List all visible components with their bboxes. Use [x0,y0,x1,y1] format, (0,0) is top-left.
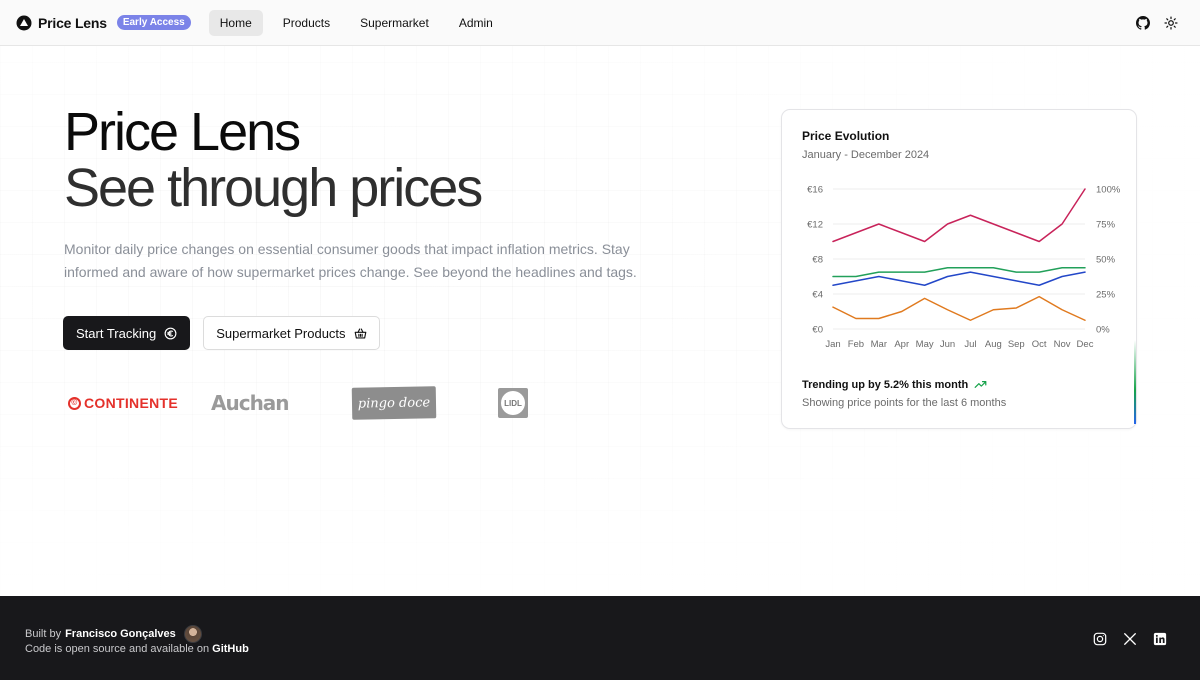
lidl-logo-inner: LIDL [501,391,525,415]
logo-icon [16,15,32,30]
github-link[interactable]: GitHub [212,643,249,655]
open-source-text: Code is open source and available on [25,643,210,655]
hero-title-line2: See through prices [64,158,483,218]
x-tick-label: Aug [985,339,1002,350]
x-tick-label: Nov [1054,339,1071,350]
author-link[interactable]: Francisco Gonçalves [65,628,176,640]
x-tick-label: Oct [1032,339,1047,350]
site-footer: Built by Francisco Gonçalves Code is ope… [0,596,1200,680]
cta-row: Start Tracking Supermarket Products [63,316,380,350]
series-line [832,188,1086,243]
lidl-logo-box: LIDL [498,388,528,418]
price-evolution-card: Price Evolution January - December 2024 … [781,109,1137,429]
nav-products[interactable]: Products [272,10,341,36]
brand-name: Price Lens [38,14,107,31]
footer-built-by: Built by Francisco Gonçalves [25,625,202,643]
series-line [832,267,1086,278]
series-line [832,295,1086,321]
nav-home[interactable]: Home [208,9,263,36]
pingo-doce-logo[interactable]: pingo doce [351,386,437,420]
sun-icon[interactable] [1164,15,1178,30]
lidl-logo[interactable]: LIDL [498,386,528,420]
trend-line: Trending up by 5.2% this month [802,378,987,391]
price-evolution-chart: €16 100% €12 75% €8 50% €4 25% €0 0% Jan Feb Mar Apr M… [807,185,1121,351]
y-tick-label-right: 75% [1096,220,1116,231]
trend-footnote: Showing price points for the last 6 mont… [802,397,1007,409]
trend-text: Trending up by 5.2% this month [802,378,969,391]
nav-admin[interactable]: Admin [448,10,504,36]
y-tick-label-left: €16 [807,185,823,196]
brand[interactable]: Price Lens Early Access [16,15,191,31]
pingo-doce-logo-box: pingo doce [351,386,437,420]
continente-logo[interactable]: © CONTINENTE [68,386,178,420]
continente-logo-text: CONTINENTE [84,395,178,411]
supermarket-products-label: Supermarket Products [216,325,346,341]
main-nav: Home Products Supermarket Admin [208,9,504,36]
y-tick-label-left: €8 [812,255,823,266]
x-tick-label: Jan [825,339,840,350]
auchan-logo[interactable]: Auchan [211,386,290,420]
linkedin-icon[interactable] [1153,632,1167,646]
pingo-doce-logo-text: pingo doce [357,394,431,412]
instagram-icon[interactable] [1093,632,1107,646]
start-tracking-label: Start Tracking [76,325,157,341]
trending-up-icon [974,381,987,388]
x-tick-label: Jul [964,339,976,350]
y-tick-label-right: 50% [1096,255,1116,266]
x-tick-label: Mar [871,339,887,350]
start-tracking-button[interactable]: Start Tracking [63,316,191,350]
y-tick-label-right: 0% [1096,325,1110,336]
y-tick-label-left: €12 [807,220,823,231]
built-by-prefix: Built by [25,628,62,640]
continente-mark-icon: © [68,396,81,410]
x-tick-label: Sep [1008,339,1025,350]
auchan-logo-text: Auchan [211,391,290,415]
basket-icon [354,327,366,339]
y-tick-label-left: €4 [812,290,823,301]
nav-supermarket[interactable]: Supermarket [349,10,440,36]
social-links [1093,632,1167,646]
y-tick-label-right: 100% [1096,185,1121,196]
hero-title: Price Lens See through prices [64,102,483,218]
x-icon[interactable] [1123,632,1137,646]
header-actions [1136,15,1178,30]
x-tick-label: Jun [940,339,955,350]
early-access-badge: Early Access [116,15,191,30]
github-icon[interactable] [1136,15,1150,30]
euro-icon [164,327,177,339]
hero-description: Monitor daily price changes on essential… [64,241,637,280]
hero-title-line1: Price Lens [64,102,301,162]
supermarket-products-button[interactable]: Supermarket Products [203,316,380,350]
avatar[interactable] [183,625,202,643]
top-navbar: Price Lens Early Access Home Products Su… [0,0,1200,46]
footer-open-source: Code is open source and available on Git… [25,643,249,655]
card-accent-bar [1134,340,1136,424]
x-tick-label: Dec [1077,339,1094,350]
x-tick-label: Apr [894,339,909,350]
x-tick-label: May [916,339,934,350]
x-tick-label: Feb [848,339,864,350]
y-tick-label-right: 25% [1096,290,1116,301]
y-tick-label-left: €0 [812,325,823,336]
